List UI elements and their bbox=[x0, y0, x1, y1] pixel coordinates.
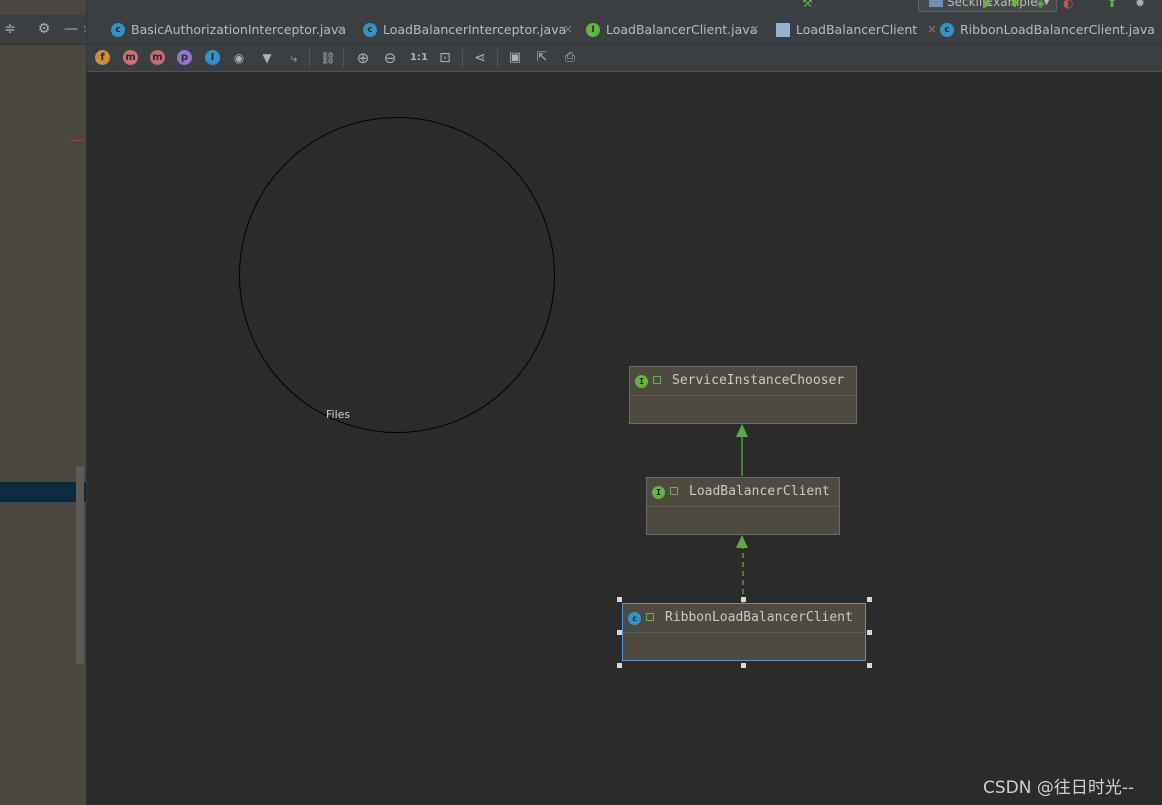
node-body bbox=[647, 506, 839, 534]
node-header: c RibbonLoadBalancerClient bbox=[623, 604, 865, 632]
resize-handle[interactable] bbox=[867, 663, 872, 668]
class-icon: c bbox=[628, 612, 641, 625]
node-header: I ServiceInstanceChooser bbox=[630, 367, 856, 395]
public-lock-icon bbox=[653, 376, 661, 384]
watermark: CSDN @往日时光-- bbox=[983, 778, 1135, 798]
edge-arrowhead bbox=[736, 424, 748, 437]
node-body bbox=[623, 632, 865, 660]
node-load-balancer-client[interactable]: I LoadBalancerClient bbox=[646, 477, 840, 535]
public-lock-icon bbox=[670, 487, 678, 495]
node-header: I LoadBalancerClient bbox=[647, 478, 839, 506]
edge-arrowhead bbox=[736, 535, 748, 548]
interface-icon: I bbox=[652, 486, 665, 499]
node-ribbon-load-balancer-client[interactable]: c RibbonLoadBalancerClient bbox=[622, 603, 866, 661]
node-service-instance-chooser[interactable]: I ServiceInstanceChooser bbox=[629, 366, 857, 424]
resize-handle[interactable] bbox=[741, 597, 746, 602]
node-body bbox=[630, 395, 856, 423]
diagram-edges bbox=[736, 424, 748, 603]
interface-icon: I bbox=[635, 375, 648, 388]
resize-handle[interactable] bbox=[617, 597, 622, 602]
resize-handle[interactable] bbox=[867, 597, 872, 602]
node-label: LoadBalancerClient bbox=[689, 484, 830, 499]
resize-handle[interactable] bbox=[867, 630, 872, 635]
resize-handle[interactable] bbox=[617, 663, 622, 668]
public-lock-icon bbox=[646, 613, 654, 621]
resize-handle[interactable] bbox=[741, 663, 746, 668]
resize-handle[interactable] bbox=[617, 630, 622, 635]
node-label: RibbonLoadBalancerClient bbox=[665, 610, 853, 625]
node-label: ServiceInstanceChooser bbox=[672, 373, 845, 388]
